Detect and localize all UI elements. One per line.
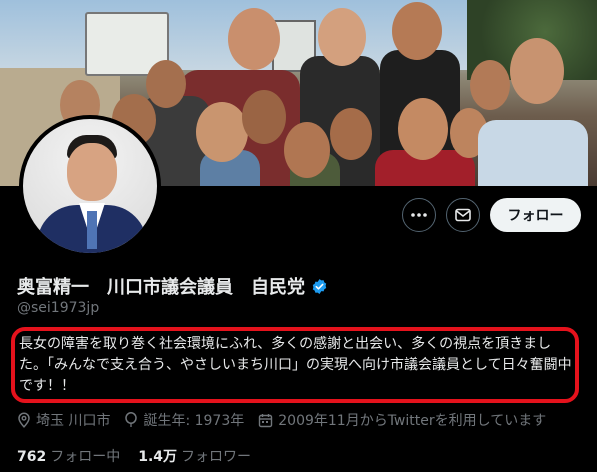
followers-label: フォロワー <box>181 449 252 465</box>
birthday-text: 誕生年: 1973年 <box>143 413 245 429</box>
more-icon <box>411 213 427 217</box>
name-row: 奥富精一 川口市議会議員 自民党 <box>17 273 328 299</box>
person-face <box>392 2 442 60</box>
message-icon <box>455 208 471 222</box>
person-face <box>330 108 372 160</box>
following-link[interactable]: 762 フォロー中 <box>17 446 120 466</box>
person-face <box>242 90 286 144</box>
follow-button[interactable]: フォロー <box>490 198 581 232</box>
location-text: 埼玉 川口市 <box>36 413 111 429</box>
joined-item: 2009年11月からTwitterを利用しています <box>258 410 546 430</box>
balloon-icon <box>125 412 138 427</box>
person-face <box>196 102 248 162</box>
person-face <box>284 122 330 178</box>
message-button[interactable] <box>446 198 480 232</box>
profile-avatar[interactable] <box>19 115 161 257</box>
followers-link[interactable]: 1.4万 フォロワー <box>138 446 251 466</box>
joined-text: 2009年11月からTwitterを利用しています <box>278 413 547 429</box>
person-shirt <box>478 120 588 186</box>
display-name: 奥富精一 川口市議会議員 自民党 <box>17 277 305 298</box>
birthday-item: 誕生年: 1973年 <box>124 410 244 430</box>
location-pin-icon <box>18 412 30 428</box>
person-face <box>228 8 280 70</box>
profile-meta: 埼玉 川口市 誕生年: 1973年 2009年11月からTwitterを利用して… <box>17 410 560 430</box>
person-face <box>146 60 186 108</box>
person-face <box>470 60 510 110</box>
following-label: フォロー中 <box>50 449 121 465</box>
person-face <box>398 98 448 160</box>
profile-bio: 長女の障害を取り巻く社会環境にふれ、多くの感謝と出会い、多くの視点を頂きました。… <box>19 336 572 394</box>
following-count: 762 <box>17 449 47 465</box>
avatar-tie <box>87 211 97 249</box>
person-face <box>510 38 564 104</box>
followers-count: 1.4万 <box>138 449 178 465</box>
location-item: 埼玉 川口市 <box>17 410 110 430</box>
calendar-icon <box>259 413 273 427</box>
follow-stats: 762 フォロー中 1.4万 フォロワー <box>17 446 269 466</box>
person-face <box>318 8 366 66</box>
user-handle: @sei1973jp <box>17 300 100 316</box>
verified-badge-icon[interactable] <box>311 278 328 295</box>
avatar-face <box>67 143 117 201</box>
more-button[interactable] <box>402 198 436 232</box>
